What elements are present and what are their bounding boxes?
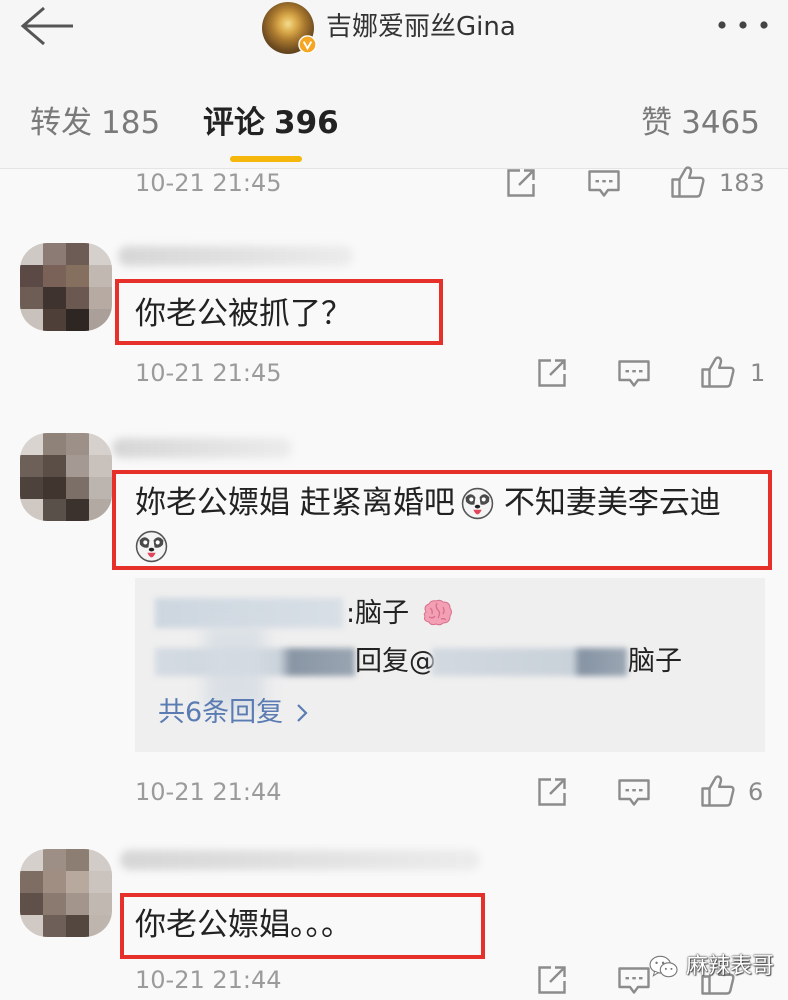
share-icon[interactable] <box>505 167 537 199</box>
tab-label: 赞 <box>641 105 673 141</box>
husky-laugh-emoji-icon <box>135 530 168 563</box>
comment-icon[interactable] <box>617 778 651 808</box>
comment-text-part: 妳老公嫖娼 赶紧离婚吧 <box>135 485 455 521</box>
tab-label: 转发 <box>30 105 92 141</box>
more-replies-label: 共6条回复 <box>158 697 284 728</box>
tab-count: 396 <box>274 105 339 141</box>
tab-count: 185 <box>101 105 161 141</box>
avatar[interactable] <box>20 849 112 937</box>
reply-prefix: 回复@ <box>355 646 436 677</box>
active-tab-indicator <box>230 156 302 162</box>
comment-timestamp: 10-21 21:45 <box>135 169 282 197</box>
blurred-reply-username[interactable] <box>155 598 343 628</box>
watermark-text: 麻辣表哥 <box>686 954 775 979</box>
reply-text: :脑子 <box>346 598 410 629</box>
verified-badge-icon <box>298 35 317 54</box>
like-icon[interactable] <box>700 774 736 808</box>
watermark: 麻辣表哥 <box>648 953 774 981</box>
share-icon[interactable] <box>536 964 568 996</box>
more-dots-icon[interactable] <box>712 14 774 36</box>
share-icon[interactable] <box>536 776 568 808</box>
avatar[interactable] <box>20 243 112 331</box>
tab-likes[interactable]: 赞 3465 <box>641 101 760 145</box>
blurred-username[interactable] <box>120 850 480 870</box>
comment-timestamp: 10-21 21:44 <box>135 778 282 806</box>
comment-text: 你老公被抓了？ <box>135 296 352 332</box>
chevron-right-icon <box>295 701 309 725</box>
like-count: 183 <box>719 169 765 197</box>
comment-icon[interactable] <box>587 169 621 199</box>
share-icon[interactable] <box>536 357 568 389</box>
blurred-username[interactable] <box>112 438 292 458</box>
comment-icon[interactable] <box>617 966 651 996</box>
back-button[interactable] <box>18 4 76 48</box>
like-count: 1 <box>750 359 766 387</box>
tab-count: 3465 <box>681 105 760 141</box>
tab-repost[interactable]: 转发 185 <box>30 101 160 145</box>
comment-text: 妳老公嫖娼 赶紧离婚吧 不知妻美李云迪 <box>135 485 763 521</box>
more-replies-link[interactable]: 共6条回复 <box>158 696 309 730</box>
avatar[interactable] <box>20 433 112 521</box>
brain-emoji-icon <box>420 598 454 628</box>
comment-icon[interactable] <box>617 359 651 389</box>
wechat-icon <box>648 954 680 980</box>
blurred-username[interactable] <box>118 246 353 266</box>
tab-label: 评论 <box>203 105 265 141</box>
comment-text-part: 不知妻美李云迪 <box>503 485 721 521</box>
husky-laugh-emoji-icon <box>461 487 494 520</box>
comment-timestamp: 10-21 21:45 <box>135 359 282 387</box>
tab-comments[interactable]: 评论 396 <box>203 101 339 145</box>
comment-timestamp: 10-21 21:44 <box>135 966 282 994</box>
page-title[interactable]: 吉娜爱丽丝Gina <box>326 8 516 46</box>
like-count: 6 <box>748 778 764 806</box>
like-icon[interactable] <box>700 355 736 389</box>
like-icon[interactable] <box>670 165 706 199</box>
reply-text: 脑子 <box>628 646 682 677</box>
back-arrow-icon <box>20 6 73 46</box>
comment-text: 你老公嫖娼。。。 <box>135 907 352 943</box>
blurred-mention[interactable] <box>432 648 627 676</box>
